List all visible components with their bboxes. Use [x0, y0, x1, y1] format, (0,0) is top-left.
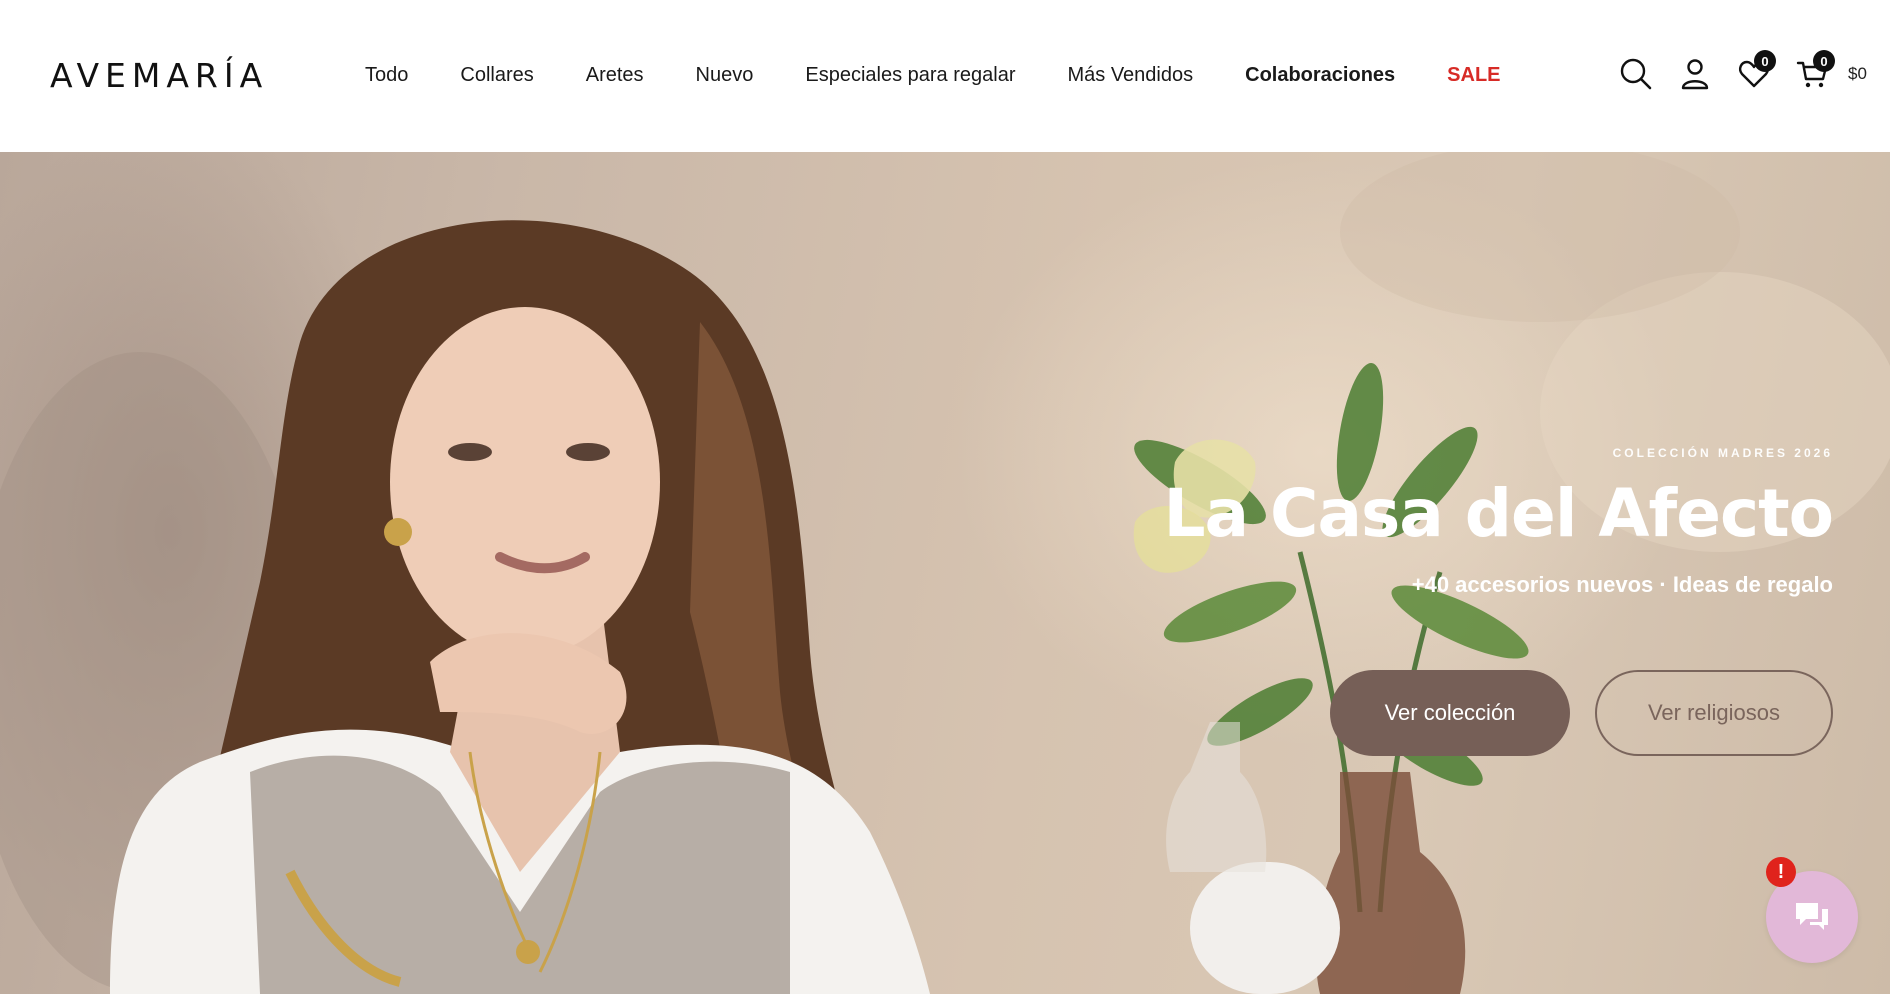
hero-subtitle: +40 accesorios nuevos · Ideas de regalo	[1411, 572, 1833, 597]
user-icon[interactable]	[1675, 54, 1715, 94]
nav-item-todo[interactable]: Todo	[365, 60, 408, 90]
ver-religiosos-button[interactable]: Ver religiosos	[1595, 670, 1833, 756]
brand-logo[interactable]: AVEMARÍA	[50, 56, 268, 95]
chat-alert-badge: !	[1766, 857, 1796, 887]
search-icon[interactable]	[1616, 54, 1656, 94]
header-actions: 0 0 $0	[1616, 50, 1867, 94]
hero-title: La Casa del Afecto	[1163, 475, 1834, 552]
cart-total[interactable]: $0	[1848, 64, 1867, 84]
hero-copy: COLECCIÓN MADRES 2026 La Casa del Afecto…	[1163, 446, 1834, 598]
nav-item-especiales[interactable]: Especiales para regalar	[805, 60, 1015, 90]
nav-item-mas-vendidos[interactable]: Más Vendidos	[1067, 60, 1193, 90]
nav-item-collares[interactable]: Collares	[460, 60, 533, 90]
cart-count-badge: 0	[1813, 50, 1835, 72]
nav-item-sale[interactable]: SALE	[1447, 60, 1500, 90]
site-header: AVEMARÍA Todo Collares Aretes Nuevo Espe…	[0, 0, 1890, 152]
cart-icon[interactable]: 0	[1793, 50, 1835, 94]
nav-item-nuevo[interactable]: Nuevo	[696, 60, 754, 90]
chat-icon	[1796, 903, 1828, 930]
hero-buttons: Ver colección Ver religiosos	[1330, 670, 1833, 756]
heart-icon[interactable]: 0	[1734, 50, 1776, 94]
nav-item-aretes[interactable]: Aretes	[586, 60, 644, 90]
hero-eyebrow: COLECCIÓN MADRES 2026	[1612, 446, 1833, 460]
nav-item-colaboraciones[interactable]: Colaboraciones	[1245, 60, 1395, 90]
ver-coleccion-button[interactable]: Ver colección	[1330, 670, 1570, 756]
wishlist-count-badge: 0	[1754, 50, 1776, 72]
main-nav: Todo Collares Aretes Nuevo Especiales pa…	[365, 60, 1501, 90]
hero-banner: COLECCIÓN MADRES 2026 La Casa del Afecto…	[0, 152, 1890, 994]
